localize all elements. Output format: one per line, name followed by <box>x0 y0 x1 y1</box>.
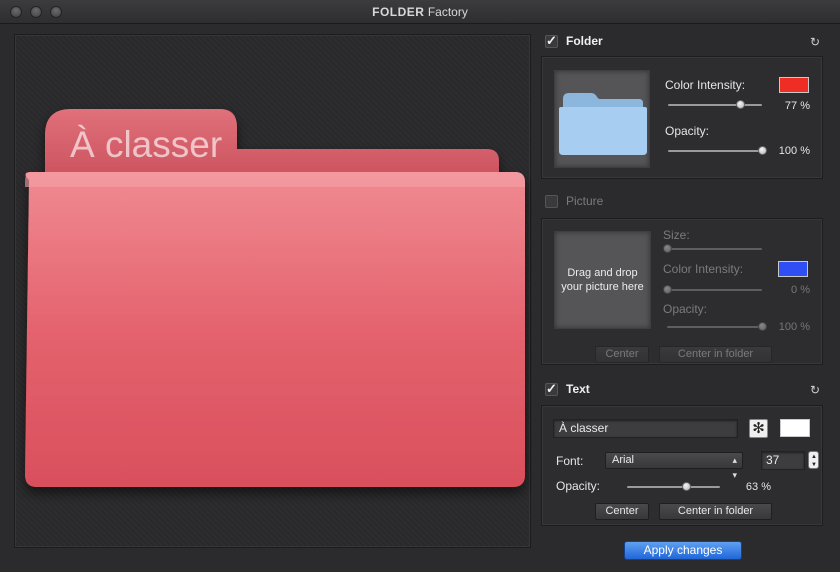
slider-knob[interactable] <box>663 244 672 253</box>
folder-color-intensity-slider[interactable] <box>668 100 762 110</box>
slider-knob[interactable] <box>681 482 691 491</box>
folder-color-intensity-label: Color Intensity: <box>665 78 746 92</box>
text-section-title: Text <box>566 382 590 396</box>
text-checkbox[interactable] <box>545 381 558 397</box>
text-opacity-value: 63 % <box>745 481 771 493</box>
picture-section-title: Picture <box>566 194 604 208</box>
picture-section-header: Picture <box>545 194 603 208</box>
text-color-well[interactable] <box>780 419 810 437</box>
text-center-in-folder-button[interactable]: Center in folder <box>659 503 772 520</box>
picture-center-button[interactable]: Center <box>595 346 649 363</box>
special-characters-icon[interactable]: ✻ <box>749 419 768 438</box>
picture-drop-hint: Drag and drop your picture here <box>561 267 644 293</box>
picture-color-intensity-label: Color Intensity: <box>663 262 744 276</box>
folder-section-header: Folder <box>545 33 603 49</box>
picture-size-slider[interactable] <box>663 244 762 254</box>
folder-checkbox[interactable] <box>545 33 558 49</box>
font-select-value: Arial <box>612 454 635 466</box>
text-reset-icon[interactable]: ↻ <box>808 383 822 397</box>
text-center-button[interactable]: Center <box>595 503 649 520</box>
picture-opacity-value: 100 % <box>778 321 810 333</box>
folder-opacity-label: Opacity: <box>665 124 710 138</box>
slider-knob[interactable] <box>758 322 767 331</box>
slider-knob[interactable] <box>736 100 746 109</box>
picture-size-label: Size: <box>663 228 690 242</box>
slider-knob[interactable] <box>663 285 672 294</box>
picture-opacity-label: Opacity: <box>663 302 708 316</box>
title-bar: FOLDER Factory <box>0 0 840 24</box>
picture-center-in-folder-button[interactable]: Center in folder <box>659 346 772 363</box>
picture-color-well[interactable] <box>778 261 808 277</box>
window-title-rest: Factory <box>427 5 468 19</box>
folder-preview: À classer <box>14 34 531 548</box>
folder-panel: Color Intensity: 77 % Opacity: 100 % <box>541 56 823 179</box>
font-size-field[interactable]: 37 <box>761 451 805 470</box>
apply-changes-button[interactable]: Apply changes <box>624 541 742 560</box>
folder-thumbnail-icon <box>559 93 647 155</box>
picture-color-intensity-value: 0 % <box>791 284 810 296</box>
select-arrows-icon: ▴ ▾ <box>732 455 737 480</box>
slider-knob[interactable] <box>758 146 767 155</box>
window-title: FOLDER Factory <box>0 5 840 19</box>
text-opacity-slider[interactable] <box>627 482 720 492</box>
picture-checkbox[interactable] <box>545 194 558 208</box>
folder-opacity-value: 100 % <box>778 145 810 157</box>
folder-thumbnail <box>554 70 650 168</box>
folder-section-title: Folder <box>566 34 603 48</box>
folder-text-label: À classer <box>70 124 222 165</box>
font-label: Font: <box>556 454 584 468</box>
folder-illustration: À classer <box>25 109 525 487</box>
font-size-stepper[interactable]: ▲ ▼ <box>808 451 819 469</box>
text-panel: À classer ✻ Font: Arial ▴ ▾ 37 ▲ ▼ Opacity… <box>541 405 823 526</box>
text-content-field[interactable]: À classer <box>553 419 738 438</box>
folder-opacity-slider[interactable] <box>668 146 767 156</box>
folder-color-well[interactable] <box>779 77 809 93</box>
text-section-header: Text <box>545 381 590 397</box>
folder-reset-icon[interactable]: ↻ <box>808 35 822 49</box>
picture-color-intensity-slider[interactable] <box>663 285 762 295</box>
picture-panel: Drag and drop your picture here Size: Co… <box>541 218 823 365</box>
font-select[interactable]: Arial ▴ ▾ <box>605 452 743 480</box>
picture-opacity-slider[interactable] <box>667 322 767 332</box>
picture-drop-zone[interactable]: Drag and drop your picture here <box>554 231 651 329</box>
text-opacity-label: Opacity: <box>556 479 601 493</box>
folder-color-intensity-value: 77 % <box>784 100 810 112</box>
window-title-bold: FOLDER <box>372 5 425 19</box>
